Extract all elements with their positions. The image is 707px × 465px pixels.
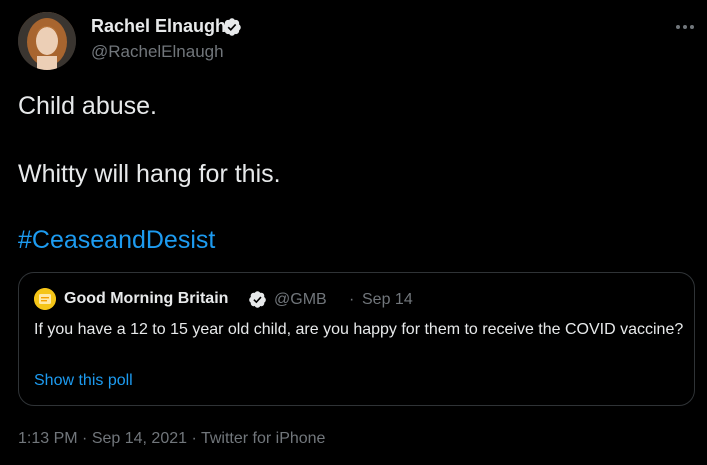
author-handle[interactable]: @RachelElnaugh xyxy=(91,42,224,62)
meta-separator: · xyxy=(187,430,201,447)
more-dots-icon[interactable] xyxy=(670,12,700,42)
quoted-tweet-text: If you have a 12 to 15 year old child, a… xyxy=(34,321,684,338)
quoted-date[interactable]: Sep 14 xyxy=(362,291,413,309)
tweet-metadata: 1:13 PM · Sep 14, 2021 · Twitter for iPh… xyxy=(18,430,325,448)
quoted-tweet-card[interactable]: Good Morning Britain @GMB · Sep 14 If yo… xyxy=(18,272,695,406)
tweet-text-line-2: Whitty will hang for this. xyxy=(18,160,281,188)
meta-separator: · xyxy=(77,430,92,447)
quoted-author-name[interactable]: Good Morning Britain xyxy=(64,290,228,308)
verified-badge-icon xyxy=(223,18,241,36)
quoted-verified-badge-icon xyxy=(249,291,266,308)
author-name[interactable]: Rachel Elnaugh xyxy=(91,16,226,37)
gmb-logo-icon xyxy=(34,288,56,310)
tweet-text-line-1: Child abuse. xyxy=(18,92,157,120)
tweet: Rachel Elnaugh @RachelElnaugh Child abus… xyxy=(0,0,707,465)
show-poll-link[interactable]: Show this poll xyxy=(34,372,133,390)
author-avatar[interactable] xyxy=(18,12,76,70)
hashtag-link[interactable]: #CeaseandDesist xyxy=(18,226,215,255)
quoted-separator: · xyxy=(349,291,355,308)
author-avatar-image xyxy=(18,12,76,70)
quoted-author-handle[interactable]: @GMB xyxy=(274,291,327,309)
tweet-time[interactable]: 1:13 PM xyxy=(18,430,78,447)
tweet-date[interactable]: Sep 14, 2021 xyxy=(92,430,187,447)
gmb-logo-avatar xyxy=(34,288,56,310)
tweet-source[interactable]: Twitter for iPhone xyxy=(201,430,326,447)
